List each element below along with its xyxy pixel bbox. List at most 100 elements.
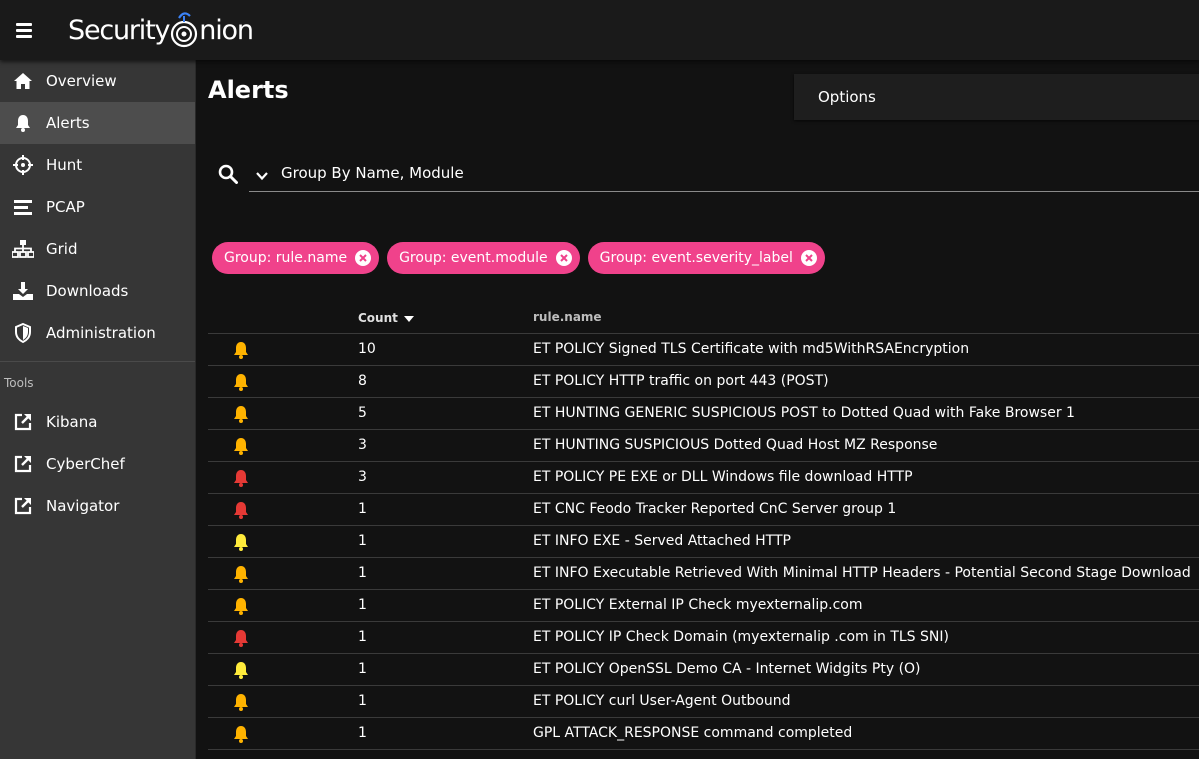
column-header-rule-name[interactable]: rule.name: [533, 310, 602, 324]
table-row[interactable]: 1 ET POLICY IP Check Domain (myexternalip…: [208, 622, 1199, 654]
sidebar-item-cyberchef[interactable]: CyberChef: [0, 443, 195, 485]
sidebar-divider: [0, 361, 195, 362]
table-row[interactable]: 1 ET POLICY curl User-Agent Outbound: [208, 686, 1199, 718]
sidebar-item-navigator[interactable]: Navigator: [0, 485, 195, 527]
table-row[interactable]: 1 ET POLICY External IP Check myexternali…: [208, 590, 1199, 622]
bell-icon[interactable]: [232, 437, 250, 455]
bell-icon[interactable]: [232, 565, 250, 583]
sidebar-item-label: Hunt: [46, 156, 83, 174]
tools-header: Tools: [4, 376, 34, 390]
table-row[interactable]: 1 ET POLICY OpenSSL Demo CA - Internet Wi…: [208, 654, 1199, 686]
rule-name[interactable]: ET POLICY External IP Check myexternalip…: [533, 597, 863, 613]
sidebar-item-kibana[interactable]: Kibana: [0, 401, 195, 443]
alert-count: 3: [358, 437, 367, 453]
shield-icon: [12, 322, 34, 344]
sort-desc-icon: [403, 313, 415, 325]
rule-name[interactable]: ET POLICY HTTP traffic on port 443 (POST…: [533, 373, 829, 389]
alert-count: 8: [358, 373, 367, 389]
rule-name[interactable]: ET INFO EXE - Served Attached HTTP: [533, 533, 791, 549]
group-chip-rule-name[interactable]: Group: rule.name: [212, 242, 380, 274]
rule-name[interactable]: ET POLICY PE EXE or DLL Windows file dow…: [533, 469, 913, 485]
menu-icon[interactable]: [12, 18, 36, 42]
table-row[interactable]: 1 GPL ATTACK_RESPONSE command completed: [208, 718, 1199, 750]
bell-icon[interactable]: [232, 629, 250, 647]
logo-text-right: nion: [199, 14, 254, 46]
rule-name[interactable]: ET HUNTING GENERIC SUSPICIOUS POST to Do…: [533, 405, 1075, 421]
query-input[interactable]: [281, 158, 1181, 188]
bell-icon[interactable]: [232, 661, 250, 679]
sidebar-item-downloads[interactable]: Downloads: [0, 270, 195, 312]
bell-icon[interactable]: [232, 373, 250, 391]
alert-count: 1: [358, 565, 367, 581]
sidebar-item-label: Overview: [46, 72, 117, 90]
rule-name[interactable]: ET POLICY IP Check Domain (myexternalip …: [533, 629, 949, 645]
table-row[interactable]: 1 ET INFO EXE - Served Attached HTTP: [208, 526, 1199, 558]
close-icon[interactable]: [800, 250, 817, 266]
column-header-count[interactable]: Count: [358, 310, 415, 325]
sidebar-item-label: Navigator: [46, 497, 120, 515]
bell-icon[interactable]: [232, 693, 250, 711]
sidebar-item-label: Alerts: [46, 114, 90, 132]
bell-icon[interactable]: [232, 725, 250, 743]
sidebar-item-label: Grid: [46, 240, 78, 258]
rule-name[interactable]: ET POLICY OpenSSL Demo CA - Internet Wid…: [533, 661, 921, 677]
close-icon[interactable]: [355, 250, 372, 266]
list-icon: [12, 196, 34, 218]
options-panel-toggle[interactable]: Options: [794, 74, 1199, 120]
bell-icon[interactable]: [232, 597, 250, 615]
group-chip-event-module[interactable]: Group: event.module: [387, 242, 580, 274]
table-row[interactable]: 3 ET HUNTING SUSPICIOUS Dotted Quad Host …: [208, 430, 1199, 462]
table-row[interactable]: 3 ET POLICY PE EXE or DLL Windows file do…: [208, 462, 1199, 494]
close-icon[interactable]: [555, 250, 572, 266]
table-row[interactable]: 1 ET CNC Feodo Tracker Reported CnC Serve…: [208, 494, 1199, 526]
rule-name[interactable]: ET POLICY curl User-Agent Outbound: [533, 693, 791, 709]
alert-count: 3: [358, 469, 367, 485]
rule-name[interactable]: GPL ATTACK_RESPONSE command completed: [533, 725, 852, 741]
alert-count: 1: [358, 533, 367, 549]
security-onion-logo[interactable]: Security nion: [68, 8, 254, 52]
alert-count: 1: [358, 597, 367, 613]
alert-count: 10: [358, 341, 376, 357]
alert-count: 1: [358, 501, 367, 517]
sidebar-item-label: PCAP: [46, 198, 85, 216]
table-row[interactable]: 1 ET INFO Executable Retrieved With Minim…: [208, 558, 1199, 590]
crosshair-icon: [12, 154, 34, 176]
group-chip-event-severity-label[interactable]: Group: event.severity_label: [587, 242, 825, 274]
rule-name[interactable]: ET CNC Feodo Tracker Reported CnC Server…: [533, 501, 896, 517]
bell-icon[interactable]: [232, 533, 250, 551]
sidebar-item-grid[interactable]: Grid: [0, 228, 195, 270]
sidebar: Overview Alerts Hunt PCAP Grid Downloads: [0, 60, 196, 759]
bell-icon[interactable]: [232, 469, 250, 487]
sidebar-item-overview[interactable]: Overview: [0, 60, 195, 102]
table-row[interactable]: 8 ET POLICY HTTP traffic on port 443 (POS…: [208, 366, 1199, 398]
sidebar-item-hunt[interactable]: Hunt: [0, 144, 195, 186]
external-link-icon: [12, 411, 34, 433]
group-chips: Group: rule.name Group: event.module Gro…: [212, 242, 825, 274]
bell-icon: [12, 112, 34, 134]
sidebar-item-pcap[interactable]: PCAP: [0, 186, 195, 228]
table-row[interactable]: 5 ET HUNTING GENERIC SUSPICIOUS POST to D…: [208, 398, 1199, 430]
query-field: [249, 156, 1199, 192]
search-icon[interactable]: [218, 164, 240, 186]
table-row[interactable]: 10 ET POLICY Signed TLS Certificate with …: [208, 334, 1199, 366]
alert-count: 1: [358, 725, 367, 741]
chip-label: Group: event.module: [399, 250, 548, 266]
rule-name[interactable]: ET HUNTING SUSPICIOUS Dotted Quad Host M…: [533, 437, 937, 453]
onion-logo-icon: [169, 10, 199, 50]
alert-count: 1: [358, 693, 367, 709]
bell-icon[interactable]: [232, 341, 250, 359]
alerts-table: Count rule.name 10 ET POLICY Signed TLS C…: [208, 300, 1199, 750]
external-link-icon: [12, 453, 34, 475]
sidebar-item-alerts[interactable]: Alerts: [0, 102, 195, 144]
top-app-bar: Security nion: [0, 0, 1199, 60]
chip-label: Group: event.severity_label: [599, 250, 793, 266]
bell-icon[interactable]: [232, 405, 250, 423]
rule-name[interactable]: ET INFO Executable Retrieved With Minima…: [533, 565, 1191, 581]
page-title: Alerts: [208, 76, 289, 104]
sidebar-item-label: Administration: [46, 324, 156, 342]
chevron-down-icon[interactable]: [255, 168, 269, 182]
bell-icon[interactable]: [232, 501, 250, 519]
main-content: Alerts Options Group: rule.name Group: e…: [196, 60, 1199, 759]
rule-name[interactable]: ET POLICY Signed TLS Certificate with md…: [533, 341, 969, 357]
sidebar-item-administration[interactable]: Administration: [0, 312, 195, 354]
